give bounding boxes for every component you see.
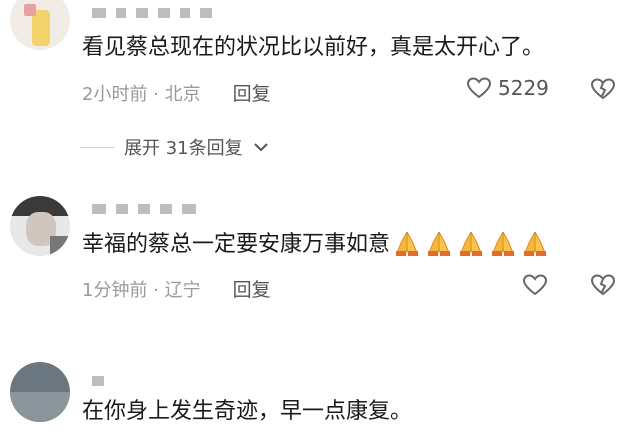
comment-text: 看见蔡总现在的状况比以前好，真是太开心了。 bbox=[82, 35, 545, 60]
avatar[interactable] bbox=[10, 0, 70, 50]
comment-meta: 2小时前 · 北京 回复 bbox=[82, 79, 271, 106]
reply-button[interactable]: 回复 bbox=[233, 79, 271, 106]
comment-text: 在你身上发生奇迹，早一点康复。 bbox=[82, 399, 413, 424]
comment-time-location: 2小时前 · 北京 bbox=[82, 83, 201, 105]
folded-hands-icon bbox=[396, 231, 419, 256]
expand-replies-button[interactable]: 展开 31条回复 bbox=[80, 134, 269, 160]
avatar[interactable] bbox=[10, 196, 70, 256]
like-count: 5229 bbox=[498, 76, 549, 100]
comment-text-body: 幸福的蔡总一定要安康万事如意 bbox=[82, 232, 391, 257]
reply-button[interactable]: 回复 bbox=[233, 275, 271, 302]
like-button[interactable]: 5229 bbox=[466, 76, 549, 100]
broken-heart-icon bbox=[590, 274, 616, 296]
broken-heart-icon bbox=[590, 78, 616, 100]
username[interactable] bbox=[92, 6, 282, 20]
expand-replies-label: 展开 31条回复 bbox=[124, 138, 243, 159]
comment-time-location: 1分钟前 · 辽宁 bbox=[82, 279, 201, 301]
chevron-down-icon bbox=[253, 143, 268, 152]
folded-hands-icon bbox=[460, 231, 483, 256]
heart-icon bbox=[466, 77, 492, 99]
comment-meta: 1分钟前 · 辽宁 回复 bbox=[82, 275, 271, 302]
heart-icon bbox=[522, 274, 548, 296]
comment-text: 幸福的蔡总一定要安康万事如意 bbox=[82, 229, 550, 260]
username[interactable] bbox=[92, 374, 282, 388]
folded-hands-icon bbox=[524, 231, 547, 256]
folded-hands-icon bbox=[492, 231, 515, 256]
username[interactable] bbox=[92, 202, 282, 216]
emoji-row bbox=[390, 231, 550, 257]
folded-hands-icon bbox=[428, 231, 451, 256]
dislike-button[interactable] bbox=[590, 77, 616, 105]
avatar[interactable] bbox=[10, 362, 70, 422]
like-button[interactable] bbox=[522, 273, 548, 297]
dislike-button[interactable] bbox=[590, 273, 616, 301]
divider-line bbox=[80, 146, 114, 148]
